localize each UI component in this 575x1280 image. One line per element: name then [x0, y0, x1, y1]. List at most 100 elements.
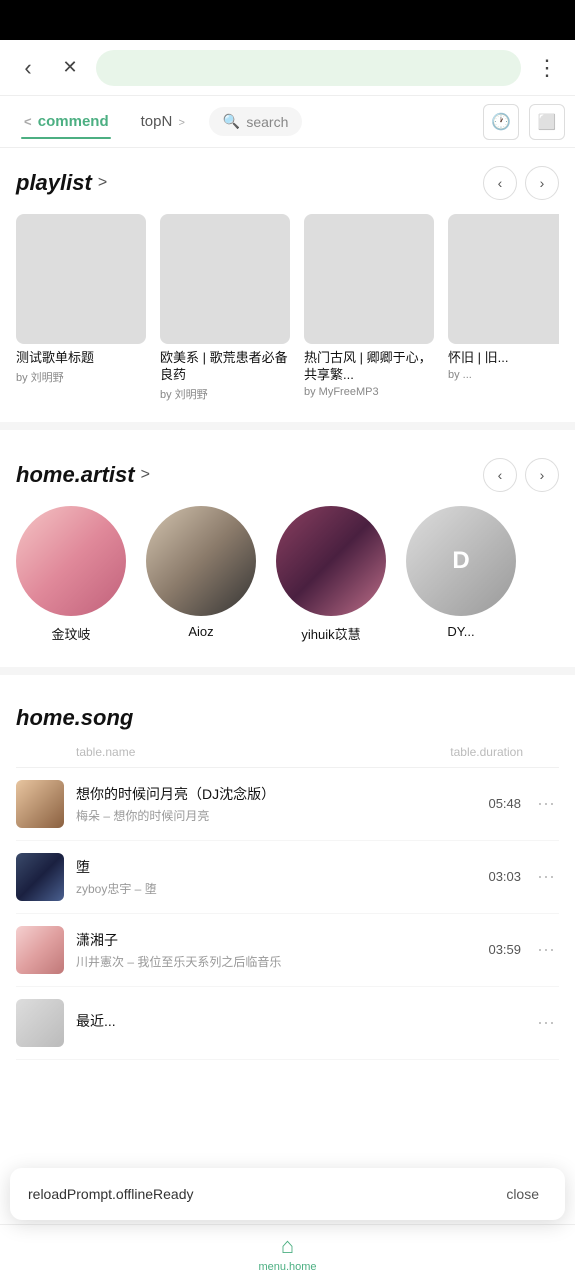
song-4-title: 最近... [76, 1011, 509, 1031]
separator-2 [0, 667, 575, 675]
playlist-next-button[interactable]: › [525, 166, 559, 200]
artist-card-4[interactable]: D DY... [406, 506, 516, 643]
song-row-1[interactable]: 想你的时候问月亮（DJ沈念版） 梅朵 – 想你的时候问月亮 05:48 ··· [16, 768, 559, 841]
toast-close-button[interactable]: close [498, 1182, 547, 1206]
playlist-section: playlist > ‹ › 测试歌单标题 by 刘明野 欧美系 | 歌荒患者必… [0, 148, 575, 412]
playlist-row: 测试歌单标题 by 刘明野 欧美系 | 歌荒患者必备良药 by 刘明野 热门古风… [16, 214, 559, 402]
playlist-prev-icon: ‹ [498, 175, 503, 191]
tab-commend-label: commend [38, 113, 109, 130]
bottom-navigation: ⌂ menu.home [0, 1224, 575, 1280]
song-2-duration: 03:03 [488, 869, 521, 884]
song-1-info: 想你的时候问月亮（DJ沈念版） 梅朵 – 想你的时候问月亮 [76, 784, 476, 824]
history-button[interactable]: 🕐 [483, 104, 519, 140]
tab-topn[interactable]: topN > [127, 105, 199, 138]
status-bar [0, 0, 575, 40]
song-col-duration: table.duration [450, 745, 523, 759]
artist-row: 金玟岐 Aioz yihuik苡慧 D DY... [16, 506, 559, 647]
playlist-nav-arrows: ‹ › [483, 166, 559, 200]
tab-commend[interactable]: < commend [10, 105, 123, 138]
artist-3-avatar [276, 506, 386, 616]
song-table-header: table.name table.duration [16, 741, 559, 768]
artist-section: home.artist > ‹ › 金玟岐 Aioz [0, 440, 575, 657]
song-1-thumbnail [16, 780, 64, 828]
artist-card-1[interactable]: 金玟岐 [16, 506, 126, 643]
artist-prev-icon: ‹ [498, 467, 503, 483]
playlist-card-4[interactable]: 怀旧 | 旧... by ... [448, 214, 559, 402]
artist-1-name: 金玟岐 [51, 624, 90, 643]
song-3-duration: 03:59 [488, 942, 521, 957]
browser-toolbar: ‹ ✕ ⋮ [0, 40, 575, 96]
more-button[interactable]: ⋮ [531, 52, 563, 84]
playlist-card-4-image [448, 214, 559, 344]
song-2-info: 堕 zyboy忠宇 – 堕 [76, 857, 476, 897]
main-content: playlist > ‹ › 测试歌单标题 by 刘明野 欧美系 | 歌荒患者必… [0, 148, 575, 1190]
artist-prev-button[interactable]: ‹ [483, 458, 517, 492]
song-row-3[interactable]: 潇湘子 川井憲次 – 我位至乐天系列之后临音乐 03:59 ··· [16, 914, 559, 987]
history-icon: 🕐 [491, 112, 511, 132]
playlist-next-icon: › [540, 175, 545, 191]
playlist-card-3[interactable]: 热门古风 | 卿卿于心，共享繁... by MyFreeMP3 [304, 214, 434, 402]
bottom-nav-home-label: menu.home [258, 1261, 316, 1273]
toast-message: reloadPrompt.offlineReady [28, 1186, 194, 1202]
song-2-artist: zyboy忠宇 – 堕 [76, 880, 476, 897]
song-3-artist: 川井憲次 – 我位至乐天系列之后临音乐 [76, 953, 476, 970]
song-1-artist: 梅朵 – 想你的时候问月亮 [76, 807, 476, 824]
playlist-card-2-title: 欧美系 | 歌荒患者必备良药 [160, 350, 290, 384]
artist-4-avatar: D [406, 506, 516, 616]
search-input-label: search [246, 114, 288, 130]
screen-button[interactable]: ⬜ [529, 104, 565, 140]
artist-title[interactable]: home.artist > [16, 462, 150, 488]
playlist-arrow-icon: > [98, 174, 107, 192]
address-bar[interactable] [96, 50, 521, 86]
close-button[interactable]: ✕ [54, 52, 86, 84]
search-icon: 🔍 [223, 113, 240, 130]
close-icon: ✕ [62, 57, 77, 78]
artist-4-name: DY... [447, 624, 474, 639]
song-2-thumbnail [16, 853, 64, 901]
back-icon: ‹ [24, 55, 31, 81]
playlist-card-4-author: by ... [448, 369, 559, 381]
chevron-right-icon: > [178, 117, 184, 129]
playlist-card-1[interactable]: 测试歌单标题 by 刘明野 [16, 214, 146, 402]
song-1-more-button[interactable]: ··· [533, 793, 559, 814]
song-row-4[interactable]: 最近... ··· [16, 987, 559, 1060]
playlist-card-1-title: 测试歌单标题 [16, 350, 146, 367]
playlist-card-1-image [16, 214, 146, 344]
song-col-name: table.name [76, 745, 135, 759]
song-4-info: 最近... [76, 1011, 509, 1034]
song-row-2[interactable]: 堕 zyboy忠宇 – 堕 03:03 ··· [16, 841, 559, 914]
tab-topn-label: topN [141, 113, 173, 130]
playlist-card-3-image [304, 214, 434, 344]
song-section: home.song table.name table.duration 想你的时… [0, 685, 575, 1190]
song-4-thumbnail [16, 999, 64, 1047]
more-icon: ⋮ [536, 55, 558, 81]
playlist-card-2-author: by 刘明野 [160, 386, 290, 402]
separator-1 [0, 422, 575, 430]
song-2-more-button[interactable]: ··· [533, 866, 559, 887]
artist-nav-arrows: ‹ › [483, 458, 559, 492]
artist-2-avatar [146, 506, 256, 616]
tab-navigation: < commend topN > 🔍 search 🕐 ⬜ [0, 96, 575, 148]
back-button[interactable]: ‹ [12, 52, 44, 84]
search-tab[interactable]: 🔍 search [209, 107, 302, 136]
artist-3-name: yihuik苡慧 [301, 624, 360, 643]
song-3-more-button[interactable]: ··· [533, 939, 559, 960]
screen-icon: ⬜ [538, 113, 557, 131]
bottom-nav-home[interactable]: ⌂ menu.home [258, 1233, 318, 1273]
song-4-more-button[interactable]: ··· [533, 1012, 559, 1033]
artist-header: home.artist > ‹ › [16, 458, 559, 492]
artist-card-2[interactable]: Aioz [146, 506, 256, 643]
song-section-title: home.song [16, 705, 559, 731]
playlist-card-2[interactable]: 欧美系 | 歌荒患者必备良药 by 刘明野 [160, 214, 290, 402]
song-3-title: 潇湘子 [76, 930, 476, 950]
artist-card-3[interactable]: yihuik苡慧 [276, 506, 386, 643]
home-icon: ⌂ [281, 1233, 294, 1259]
artist-1-avatar [16, 506, 126, 616]
artist-next-icon: › [540, 467, 545, 483]
playlist-title-text: playlist [16, 170, 92, 196]
playlist-title[interactable]: playlist > [16, 170, 107, 196]
playlist-header: playlist > ‹ › [16, 166, 559, 200]
playlist-prev-button[interactable]: ‹ [483, 166, 517, 200]
artist-2-name: Aioz [188, 624, 213, 639]
artist-next-button[interactable]: › [525, 458, 559, 492]
